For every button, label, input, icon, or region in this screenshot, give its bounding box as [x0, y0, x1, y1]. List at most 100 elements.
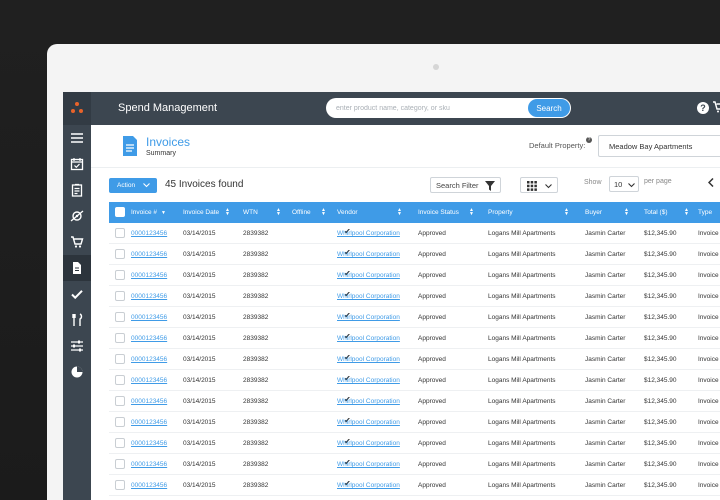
- row-checkbox[interactable]: [115, 228, 125, 238]
- select-all-checkbox[interactable]: [115, 207, 125, 217]
- help-icon[interactable]: ?: [697, 102, 709, 114]
- table-row[interactable]: 0000123456 03/14/2015 2839382 ✔ Whirlpool Co…: [109, 307, 720, 328]
- chevron-left-icon[interactable]: [707, 177, 714, 190]
- vendor-link[interactable]: Whirlpool Corporation: [337, 335, 400, 342]
- invoice-number-link[interactable]: 0000123456: [131, 440, 167, 447]
- table-row[interactable]: 0000123456 03/14/2015 2839382 ✔ Whirlpool Co…: [109, 433, 720, 454]
- table-row[interactable]: 0000123456 03/14/2015 2839382 ✔ Whirlpool Co…: [109, 391, 720, 412]
- cart-icon[interactable]: [713, 101, 720, 116]
- table-row[interactable]: 0000123456 03/14/2015 2839382 ✔ Whirlpool Co…: [109, 412, 720, 433]
- default-property-select[interactable]: Meadow Bay Apartments: [598, 135, 720, 157]
- info-icon[interactable]: ?: [586, 137, 592, 143]
- table-row[interactable]: 0000123456 03/14/2015 2839382 ✔ Whirlpool Co…: [109, 286, 720, 307]
- search-button[interactable]: Search: [528, 99, 570, 117]
- column-invoice-status[interactable]: Invoice Status: [418, 209, 459, 216]
- column-property[interactable]: Property: [488, 209, 513, 216]
- column-invoice-number[interactable]: Invoice #: [131, 209, 157, 216]
- table-row[interactable]: 0000123456 03/14/2015 2839382 ✔ Whirlpool Co…: [109, 370, 720, 391]
- page-size-value: 10: [614, 180, 623, 189]
- invoice-number-link[interactable]: 0000123456: [131, 356, 167, 363]
- invoice-number-link[interactable]: 0000123456: [131, 377, 167, 384]
- vendor-link[interactable]: Whirlpool Corporation: [337, 461, 400, 468]
- invoice-date: 03/14/2015: [183, 356, 216, 363]
- table-row[interactable]: 0000123456 03/14/2015 2839382 ✔ Whirlpool Co…: [109, 475, 720, 496]
- sort-icon[interactable]: ▲ ▼: [469, 208, 474, 217]
- table-row[interactable]: 0000123456 03/14/2015 2839382 ✔ Whirlpool Co…: [109, 349, 720, 370]
- sidebar-item-clipboard[interactable]: [63, 177, 91, 203]
- sort-icon[interactable]: ▲ ▼: [624, 208, 629, 217]
- vendor-link[interactable]: Whirlpool Corporation: [337, 230, 400, 237]
- vendor-link[interactable]: Whirlpool Corporation: [337, 293, 400, 300]
- invoice-number-link[interactable]: 0000123456: [131, 419, 167, 426]
- vendor-link[interactable]: Whirlpool Corporation: [337, 377, 400, 384]
- vendor-link[interactable]: Whirlpool Corporation: [337, 398, 400, 405]
- wtn: 2839382: [243, 335, 269, 342]
- sidebar-item-invoices[interactable]: [63, 255, 91, 281]
- sort-icon[interactable]: ▲ ▼: [397, 208, 402, 217]
- sidebar-item-calendar[interactable]: [63, 151, 91, 177]
- column-total[interactable]: Total ($): [644, 209, 667, 216]
- invoice-number-link[interactable]: 0000123456: [131, 230, 167, 237]
- table-row[interactable]: 0000123456 03/14/2015 2839382 ✔ Whirlpool Co…: [109, 223, 720, 244]
- sidebar-item-tag[interactable]: [63, 203, 91, 229]
- row-checkbox[interactable]: [115, 438, 125, 448]
- column-vendor[interactable]: Vendor: [337, 209, 358, 216]
- invoice-number-link[interactable]: 0000123456: [131, 314, 167, 321]
- invoice-number-link[interactable]: 0000123456: [131, 398, 167, 405]
- type: Invoice: [698, 230, 719, 237]
- search-filter-button[interactable]: Search Filter: [430, 177, 501, 193]
- row-checkbox[interactable]: [115, 333, 125, 343]
- sidebar-item-cart[interactable]: [63, 229, 91, 255]
- row-checkbox[interactable]: [115, 270, 125, 280]
- column-wtn[interactable]: WTN: [243, 209, 258, 216]
- column-invoice-date[interactable]: Invoice Date: [183, 209, 219, 216]
- column-type[interactable]: Type: [698, 209, 712, 216]
- page-size-select[interactable]: 10: [609, 176, 639, 192]
- sort-icon[interactable]: ▲ ▼: [225, 208, 230, 217]
- search-input[interactable]: [326, 98, 531, 118]
- sort-icon[interactable]: ▲ ▼: [321, 208, 326, 217]
- row-checkbox[interactable]: [115, 249, 125, 259]
- invoice-number-link[interactable]: 0000123456: [131, 293, 167, 300]
- invoice-number-link[interactable]: 0000123456: [131, 461, 167, 468]
- column-offline[interactable]: Offline: [292, 209, 311, 216]
- row-checkbox[interactable]: [115, 354, 125, 364]
- tools-icon: [72, 313, 83, 326]
- action-button[interactable]: Action: [109, 178, 157, 193]
- table-row[interactable]: 0000123456 03/14/2015 2839382 ✔ Whirlpool Co…: [109, 244, 720, 265]
- table-row[interactable]: 0000123456 03/14/2015 2839382 ✔ Whirlpool Co…: [109, 454, 720, 475]
- row-checkbox[interactable]: [115, 312, 125, 322]
- vendor-link[interactable]: Whirlpool Corporation: [337, 356, 400, 363]
- sort-icon[interactable]: ▲ ▼: [276, 208, 281, 217]
- sidebar-item-menu[interactable]: [63, 125, 91, 151]
- table-row[interactable]: 0000123456 03/14/2015 2839382 ✔ Whirlpool Co…: [109, 265, 720, 286]
- invoice-number-link[interactable]: 0000123456: [131, 482, 167, 489]
- invoice-number-link[interactable]: 0000123456: [131, 272, 167, 279]
- chevron-down-icon[interactable]: ▼: [161, 210, 166, 216]
- row-checkbox[interactable]: [115, 417, 125, 427]
- column-buyer[interactable]: Buyer: [585, 209, 602, 216]
- sort-icon[interactable]: ▲ ▼: [684, 208, 689, 217]
- sidebar-item-maintenance[interactable]: [63, 307, 91, 333]
- invoice-number-link[interactable]: 0000123456: [131, 335, 167, 342]
- sidebar-item-reports[interactable]: [63, 359, 91, 385]
- vendor-link[interactable]: Whirlpool Corporation: [337, 482, 400, 489]
- row-checkbox[interactable]: [115, 396, 125, 406]
- row-checkbox[interactable]: [115, 480, 125, 490]
- logo-icon[interactable]: [63, 92, 91, 125]
- sidebar-item-approvals[interactable]: [63, 281, 91, 307]
- view-toggle-button[interactable]: [520, 177, 558, 193]
- vendor-link[interactable]: Whirlpool Corporation: [337, 419, 400, 426]
- row-checkbox[interactable]: [115, 291, 125, 301]
- invoice-number-link[interactable]: 0000123456: [131, 251, 167, 258]
- row-checkbox[interactable]: [115, 459, 125, 469]
- sidebar-item-settings[interactable]: [63, 333, 91, 359]
- row-checkbox[interactable]: [115, 375, 125, 385]
- buyer: Jasmin Carter: [585, 377, 626, 384]
- vendor-link[interactable]: Whirlpool Corporation: [337, 440, 400, 447]
- sort-icon[interactable]: ▲ ▼: [564, 208, 569, 217]
- vendor-link[interactable]: Whirlpool Corporation: [337, 251, 400, 258]
- vendor-link[interactable]: Whirlpool Corporation: [337, 272, 400, 279]
- table-row[interactable]: 0000123456 03/14/2015 2839382 ✔ Whirlpool Co…: [109, 328, 720, 349]
- vendor-link[interactable]: Whirlpool Corporation: [337, 314, 400, 321]
